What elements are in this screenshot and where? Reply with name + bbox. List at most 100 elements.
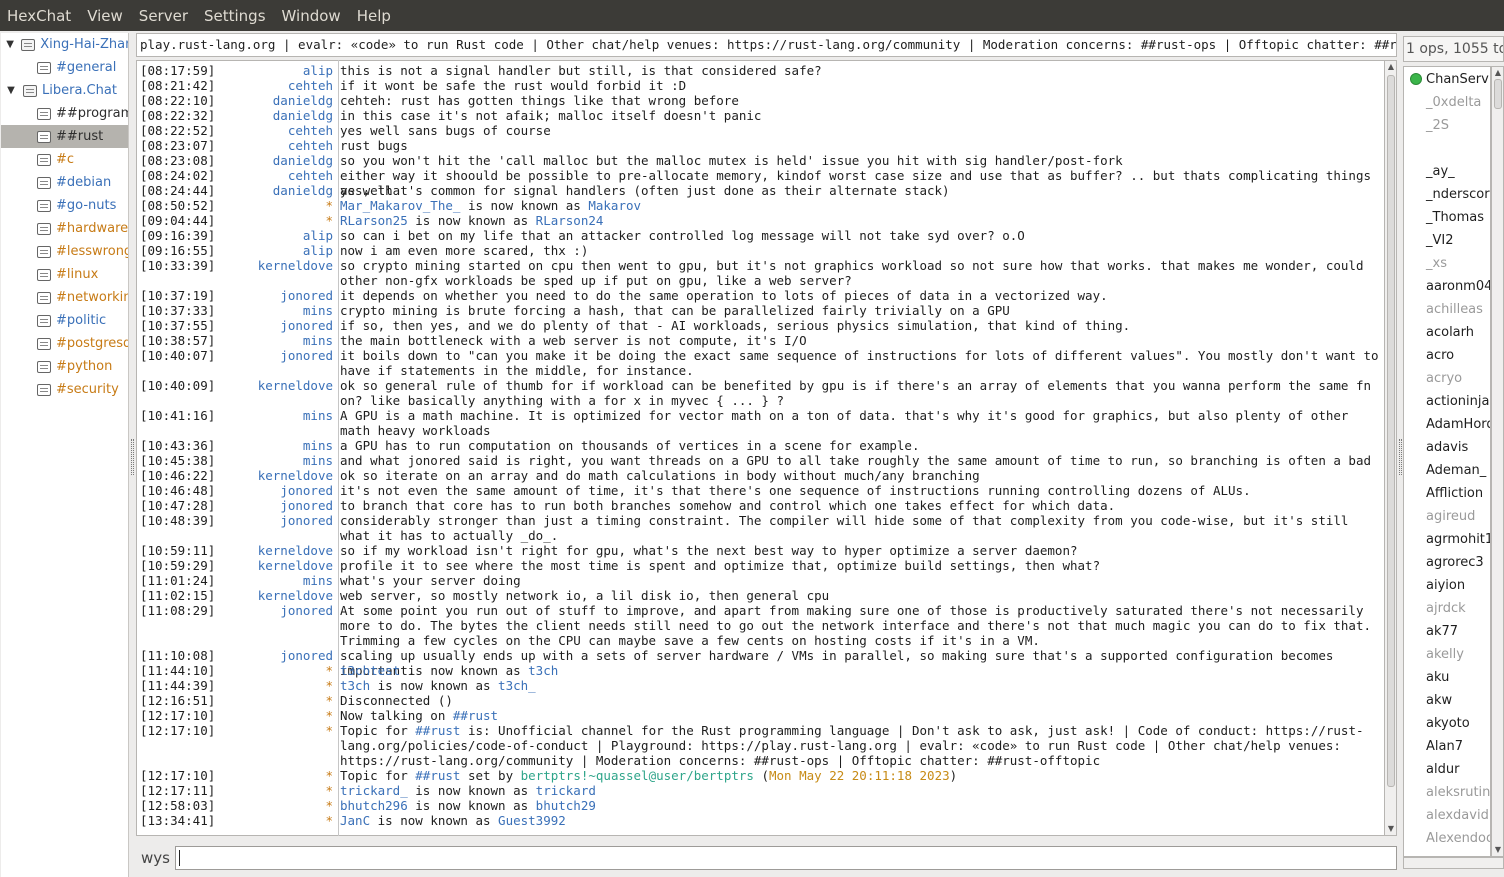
user-list-item[interactable]: _xs <box>1426 252 1447 275</box>
message-nick[interactable]: cehteh <box>288 123 333 138</box>
message-nick[interactable]: kerneldove <box>258 378 333 393</box>
nick-link[interactable]: JanC <box>340 813 370 828</box>
menu-settings[interactable]: Settings <box>204 7 266 25</box>
message-nick[interactable]: alip <box>303 228 333 243</box>
user-list-item[interactable]: Alexendoo <box>1426 827 1490 850</box>
user-list-item[interactable]: alexdavid <box>1426 804 1489 827</box>
message-nick[interactable]: kerneldove <box>258 468 333 483</box>
menu-help[interactable]: Help <box>357 7 391 25</box>
tree-channel-gonuts[interactable]: #go-nuts <box>1 194 128 217</box>
user-list-item[interactable]: Alan7 <box>1426 735 1463 758</box>
nick-link[interactable]: RLarson24 <box>536 213 604 228</box>
nick-link[interactable]: bhutch29 <box>536 798 596 813</box>
user-list-item[interactable]: agrorec3 <box>1426 551 1484 574</box>
message-nick[interactable]: cehteh <box>288 78 333 93</box>
message-nick[interactable]: alip <box>303 63 333 78</box>
expander-icon[interactable]: ▼ <box>4 38 16 52</box>
user-list-item[interactable]: _ay_ <box>1426 160 1455 183</box>
nick-link[interactable]: bhutch296 <box>340 798 408 813</box>
user-list-item[interactable]: acolarh <box>1426 321 1474 344</box>
message-nick[interactable]: kerneldove <box>258 258 333 273</box>
message-nick[interactable]: jonored <box>280 648 333 663</box>
tree-channel-python[interactable]: #python <box>1 355 128 378</box>
user-list-item[interactable]: agrmohit1 <box>1426 528 1490 551</box>
message-nick[interactable]: jonored <box>280 318 333 333</box>
chat-scrollbar[interactable]: ▲ ▼ <box>1384 60 1397 836</box>
user-list-item[interactable]: _VI2 <box>1426 229 1454 252</box>
user-list-item[interactable]: agireud <box>1426 505 1475 528</box>
message-nick[interactable]: danieldg <box>273 153 333 168</box>
tree-server-xinghaizhang[interactable]: ▼ Xing-Hai-Zhang <box>1 33 128 56</box>
scroll-down-icon[interactable]: ▼ <box>1386 824 1396 834</box>
message-nick[interactable]: jonored <box>280 348 333 363</box>
user-list-item[interactable]: akelly <box>1426 643 1464 666</box>
tree-channel-linux[interactable]: #linux <box>1 263 128 286</box>
nick-link[interactable]: t3ch <box>340 678 370 693</box>
menu-hexchat[interactable]: HexChat <box>7 7 71 25</box>
menu-view[interactable]: View <box>87 7 123 25</box>
message-nick[interactable]: cehteh <box>288 168 333 183</box>
message-nick[interactable]: mins <box>303 303 333 318</box>
user-list-item[interactable]: acryo <box>1426 367 1462 390</box>
message-nick[interactable]: jonored <box>280 603 333 618</box>
tree-channel-c[interactable]: #c <box>1 148 128 171</box>
message-nick[interactable]: danieldg <box>273 93 333 108</box>
nick-link[interactable]: Makarov <box>588 198 641 213</box>
menu-server[interactable]: Server <box>139 7 188 25</box>
nick-link[interactable]: ##rust <box>415 768 460 783</box>
message-nick[interactable]: jonored <box>280 483 333 498</box>
nick-link[interactable]: trickard_ <box>340 783 408 798</box>
tree-channel-networking[interactable]: #networking <box>1 286 128 309</box>
user-list-item[interactable]: ChanServ <box>1426 68 1489 91</box>
nick-link[interactable]: t3ch <box>528 663 558 678</box>
userlist-scrollbar-thumb[interactable] <box>1494 79 1502 109</box>
user-list-item[interactable]: _Thomas <box>1426 206 1484 229</box>
message-nick[interactable]: danieldg <box>273 183 333 198</box>
user-list-item[interactable]: achilleas <box>1426 298 1483 321</box>
userlist-scrollbar[interactable]: ▲ ▼ <box>1491 66 1504 857</box>
topic-bar[interactable]: play.rust-lang.org | evalr: «code» to ru… <box>136 33 1397 57</box>
menu-window[interactable]: Window <box>282 7 341 25</box>
message-nick[interactable]: mins <box>303 453 333 468</box>
nick-link[interactable]: t3ch_ <box>498 678 536 693</box>
user-list-item[interactable]: aleksrutins <box>1426 781 1490 804</box>
tree-server-liberachat[interactable]: ▼ Libera.Chat <box>1 79 128 102</box>
tree-channel-postgresql[interactable]: #postgresql <box>1 332 128 355</box>
user-list-item[interactable]: ajrdck <box>1426 597 1466 620</box>
expander-icon[interactable]: ▼ <box>4 84 18 98</box>
message-nick[interactable]: danieldg <box>273 108 333 123</box>
nick-link[interactable]: RLarson25 <box>340 213 408 228</box>
user-list-item[interactable]: acro <box>1426 344 1454 367</box>
message-input[interactable] <box>175 846 1397 870</box>
user-list-item[interactable]: _2S <box>1426 114 1449 137</box>
scroll-down-icon[interactable]: ▼ <box>1493 845 1503 855</box>
message-nick[interactable]: jonored <box>280 288 333 303</box>
user-list-item[interactable]: actioninja <box>1426 390 1489 413</box>
chat-text-area[interactable]: [08:17:59] alip this is not a signal handl… <box>136 60 1384 836</box>
tree-channel-debian[interactable]: #debian <box>1 171 128 194</box>
right-pane-grip[interactable] <box>1399 439 1402 475</box>
user-list-item[interactable]: _0xdelta <box>1426 91 1481 114</box>
user-list-item[interactable]: _nderscore <box>1426 183 1490 206</box>
scroll-up-icon[interactable]: ▲ <box>1386 62 1396 72</box>
message-nick[interactable]: jonored <box>280 513 333 528</box>
message-nick[interactable]: mins <box>303 408 333 423</box>
message-nick[interactable]: mins <box>303 438 333 453</box>
user-list[interactable]: ChanServ _0xdelta _2S _ay_ _nderscore _Thomas… <box>1403 66 1491 857</box>
nick-link[interactable]: ##rust <box>453 708 498 723</box>
hostmask-link[interactable]: bertptrs!~quassel@user/bertptrs <box>521 768 754 783</box>
nick-link[interactable]: ##rust <box>415 723 460 738</box>
user-list-item[interactable]: aku <box>1426 666 1449 689</box>
user-list-item[interactable]: AdamHorden <box>1426 413 1490 436</box>
nick-link[interactable]: Mar_Makarov_The_ <box>340 198 460 213</box>
message-nick[interactable]: kerneldove <box>258 558 333 573</box>
message-nick[interactable]: alip <box>303 243 333 258</box>
user-list-item[interactable]: akyoto <box>1426 712 1470 735</box>
user-list-item[interactable]: Affliction <box>1426 482 1483 505</box>
tree-channel-programming[interactable]: ##programming <box>1 102 128 125</box>
left-pane-grip[interactable] <box>131 439 134 475</box>
user-list-item[interactable]: akw <box>1426 689 1452 712</box>
tree-channel-general[interactable]: #general <box>1 56 128 79</box>
tree-channel-hardware[interactable]: #hardware <box>1 217 128 240</box>
tree-channel-security[interactable]: #security <box>1 378 128 401</box>
